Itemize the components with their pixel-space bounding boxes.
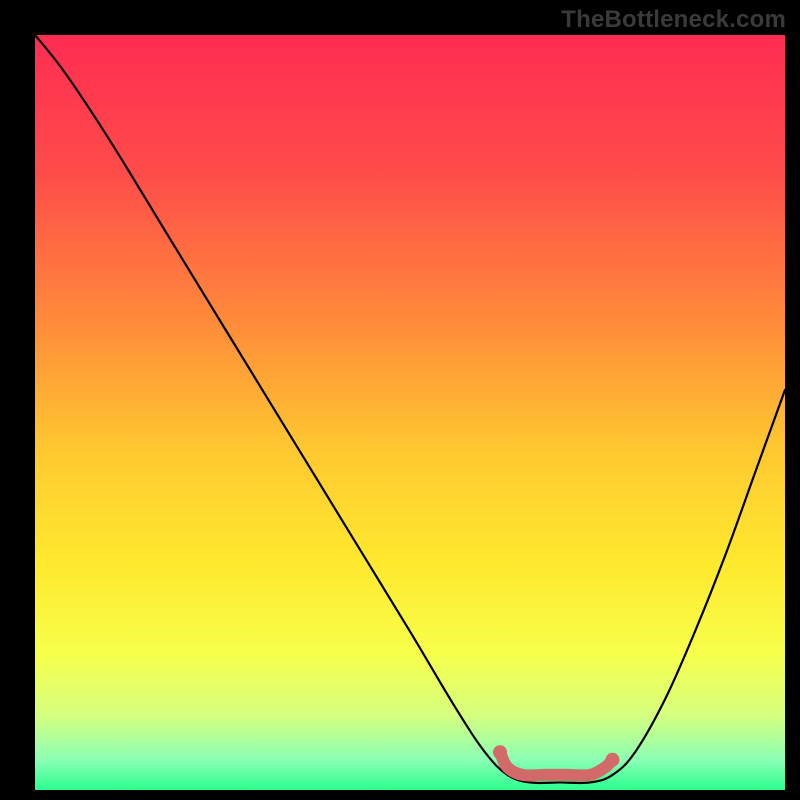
optimal-start-marker (493, 745, 507, 759)
optimal-end-marker (606, 753, 620, 767)
bottleneck-chart (35, 35, 785, 790)
chart-frame (35, 35, 785, 790)
watermark-text: TheBottleneck.com (561, 6, 786, 34)
gradient-background (35, 35, 785, 790)
